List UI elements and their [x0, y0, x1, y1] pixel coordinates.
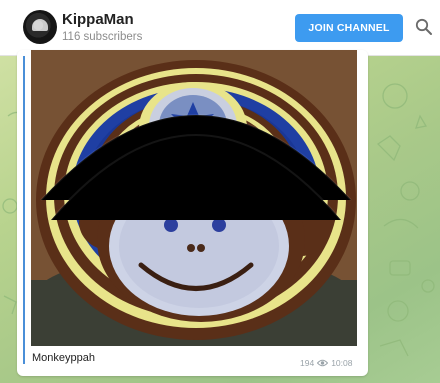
channel-name[interactable]: KippaMan [62, 11, 134, 28]
channel-avatar[interactable] [23, 10, 57, 44]
message-accent-bar [23, 56, 25, 364]
view-count: 194 [300, 358, 315, 368]
message-caption: Monkeyppah [32, 352, 95, 364]
message-photo[interactable] [31, 50, 357, 346]
kippah-photo [31, 50, 357, 346]
avatar-figure-icon [32, 19, 48, 31]
channel-header: KippaMan 116 subscribers JOIN CHANNEL [0, 0, 440, 56]
message-meta: 194 10:08 [300, 358, 352, 368]
subscriber-count: 116 subscribers [62, 31, 143, 43]
message-time: 10:08 [331, 358, 353, 368]
join-channel-button[interactable]: JOIN CHANNEL [295, 14, 403, 42]
search-icon[interactable] [414, 17, 434, 37]
eye-icon [317, 359, 329, 367]
